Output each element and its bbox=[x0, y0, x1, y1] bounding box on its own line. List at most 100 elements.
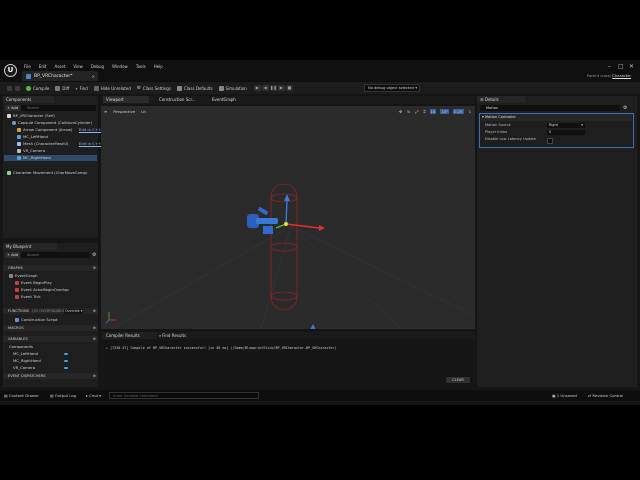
menu-edit[interactable]: Edit bbox=[39, 64, 47, 69]
override-dropdown[interactable]: Override ▾ bbox=[64, 308, 84, 314]
functions-header[interactable]: FUNCTIONS (22 OVERRIDABLE) Override ▾ ⊕ bbox=[3, 308, 98, 314]
tab-viewport[interactable]: Viewport bbox=[103, 96, 149, 103]
menu-asset[interactable]: Asset bbox=[54, 64, 65, 69]
surface-snap-icon[interactable]: ⌗ bbox=[423, 109, 425, 114]
browse-icon[interactable] bbox=[15, 85, 20, 91]
unreal-logo-icon[interactable]: U bbox=[4, 64, 17, 77]
variable-type-pill bbox=[64, 353, 68, 355]
menu-debug[interactable]: Debug bbox=[91, 64, 104, 69]
parent-class-link[interactable]: Character bbox=[612, 73, 631, 78]
scale-snap-value[interactable]: 0.25 bbox=[453, 108, 464, 114]
components-search-input[interactable]: Search bbox=[21, 105, 96, 111]
settings-gear-icon[interactable]: ⚙ bbox=[92, 252, 96, 258]
details-tab[interactable]: ☰ Details bbox=[477, 96, 525, 103]
variable-item[interactable]: MC_RightHand bbox=[13, 358, 41, 364]
tree-item-self[interactable]: BP_VRCharacter (Self) bbox=[7, 113, 55, 119]
output-log-button[interactable]: ▤ Output Log bbox=[50, 393, 76, 398]
motion-source-dropdown[interactable]: Right ▾ bbox=[547, 123, 585, 128]
lit-button[interactable]: Lit bbox=[141, 109, 146, 114]
menu-view[interactable]: View bbox=[73, 64, 83, 69]
tree-item-character-movement[interactable]: Character Movement (CharMoveComp) bbox=[7, 170, 87, 176]
camera-speed-value[interactable]: 1 bbox=[469, 109, 471, 114]
viewport[interactable]: ≡ Perspective Lit ✥ ↻ ⤢ ⌗ 10 10° 0.25 1 bbox=[101, 106, 475, 329]
variable-item[interactable]: VR_Camera bbox=[13, 365, 35, 371]
menu-help[interactable]: Help bbox=[154, 64, 163, 69]
rotation-snap-value[interactable]: 10° bbox=[440, 108, 450, 114]
step-icon[interactable]: ▶ bbox=[277, 85, 285, 91]
menu-file[interactable]: File bbox=[24, 64, 31, 69]
diff-button[interactable]: Diff bbox=[55, 85, 69, 91]
close-tab-icon[interactable]: ✕ bbox=[92, 74, 95, 79]
edit-in-cpp-link[interactable]: Edit in C++ bbox=[79, 141, 101, 147]
step-back-icon[interactable]: ◀ bbox=[261, 85, 269, 91]
perspective-button[interactable]: Perspective bbox=[113, 109, 135, 114]
scale-icon[interactable]: ⤢ bbox=[415, 109, 418, 114]
tab-find-results[interactable]: ⌕Find Results bbox=[156, 332, 189, 339]
clear-button[interactable]: CLEAR bbox=[446, 377, 470, 383]
stop-icon[interactable]: ■ bbox=[285, 85, 293, 91]
add-component-button[interactable]: + Add bbox=[5, 105, 21, 111]
variable-item[interactable]: MC_LeftHand bbox=[13, 351, 38, 357]
event-item[interactable]: Event Tick bbox=[15, 294, 41, 300]
my-blueprint-tab[interactable]: My Blueprint bbox=[3, 243, 57, 250]
class-settings-button[interactable]: ⚙ Class Settings bbox=[137, 86, 171, 91]
viewport-menu-icon[interactable]: ≡ bbox=[104, 109, 107, 114]
menu-tools[interactable]: Tools bbox=[136, 64, 146, 69]
edit-in-cpp-link[interactable]: Edit in C++ bbox=[79, 127, 101, 133]
disable-low-latency-checkbox[interactable] bbox=[547, 138, 553, 144]
section-header[interactable]: ▾ Motion Controller bbox=[482, 114, 632, 121]
unsaved-indicator[interactable]: ▣ 1 Unsaved bbox=[552, 393, 577, 398]
translate-icon[interactable]: ✥ bbox=[399, 109, 402, 114]
pause-icon[interactable]: ❚❚ bbox=[269, 85, 277, 91]
revision-control-label: Revision Control bbox=[592, 393, 624, 398]
console-command-input[interactable]: Enter Console Command bbox=[109, 392, 259, 399]
event-item[interactable]: Event ActorBeginOverlap bbox=[15, 287, 69, 293]
tree-item-arrow[interactable]: Arrow Component (Arrow) bbox=[17, 127, 72, 133]
add-function-icon[interactable]: ⊕ bbox=[93, 308, 96, 314]
macros-header[interactable]: MACROS ⊕ bbox=[3, 325, 98, 331]
tree-item-mesh[interactable]: Mesh (CharacterMesh0) bbox=[17, 141, 68, 147]
event-item[interactable]: Event BeginPlay bbox=[15, 280, 52, 286]
construction-script-item[interactable]: Construction Script bbox=[15, 317, 57, 323]
graphs-header[interactable]: GRAPHS ⊕ bbox=[3, 265, 98, 271]
event-graph-item[interactable]: EventGraph bbox=[9, 273, 38, 279]
tree-item-capsule[interactable]: Capsule Component (CollisionCylinder) bbox=[12, 120, 92, 126]
debug-object-select[interactable]: No debug object selected ▾ bbox=[364, 84, 420, 92]
rotate-icon[interactable]: ↻ bbox=[407, 109, 410, 114]
hide-unrelated-button[interactable]: Hide Unrelated bbox=[93, 85, 131, 91]
find-button[interactable]: ⌕ Find bbox=[75, 86, 87, 91]
menu-window[interactable]: Window bbox=[112, 64, 128, 69]
add-dispatcher-icon[interactable]: ⊕ bbox=[93, 373, 96, 379]
settings-gear-icon[interactable]: ⚙ bbox=[623, 105, 627, 111]
add-macro-icon[interactable]: ⊕ bbox=[93, 325, 96, 331]
components-tab[interactable]: Components bbox=[3, 96, 54, 103]
cmd-dropdown[interactable]: ▸ Cmd ▾ bbox=[86, 393, 101, 398]
save-icon[interactable] bbox=[7, 85, 12, 91]
add-member-button[interactable]: + Add bbox=[5, 252, 21, 258]
revision-control-button[interactable]: ⇄ Revision Control bbox=[588, 393, 623, 398]
tree-item-vr-camera[interactable]: VR_Camera bbox=[17, 148, 45, 154]
tab-event-graph[interactable]: EventGraph bbox=[209, 96, 239, 103]
tab-compiler-results[interactable]: Compiler Results bbox=[103, 332, 157, 339]
simulation-button[interactable]: Simulation bbox=[218, 85, 247, 91]
tree-item-mc-righthand[interactable]: MC_RightHand bbox=[4, 155, 97, 161]
add-graph-icon[interactable]: ⊕ bbox=[93, 265, 96, 271]
minimize-icon[interactable]: – bbox=[608, 63, 611, 70]
add-variable-icon[interactable]: ⊕ bbox=[93, 336, 96, 342]
my-blueprint-search-input[interactable]: Search bbox=[21, 252, 89, 258]
close-window-icon[interactable]: ✕ bbox=[629, 63, 634, 70]
maximize-icon[interactable]: □ bbox=[618, 63, 624, 70]
grid-snap-value[interactable]: 10 bbox=[429, 108, 437, 114]
variables-header[interactable]: VARIABLES ⊕ bbox=[3, 336, 98, 342]
play-icon[interactable]: ▶ bbox=[253, 85, 261, 91]
document-tab[interactable]: BP_VRCharacter* ✕ bbox=[22, 71, 98, 81]
event-dispatchers-header[interactable]: EVENT DISPATCHERS ⊕ bbox=[3, 373, 98, 379]
tab-construction-script[interactable]: Construction Scr... bbox=[156, 96, 199, 103]
player-index-field[interactable]: 0 bbox=[547, 130, 585, 135]
details-search-input[interactable]: Motion bbox=[480, 105, 620, 111]
class-defaults-button[interactable]: Class Defaults bbox=[177, 85, 213, 91]
compile-button[interactable]: Compile bbox=[26, 85, 49, 91]
content-drawer-button[interactable]: ▤ Content Drawer bbox=[4, 393, 39, 398]
components-category[interactable]: Components bbox=[9, 344, 33, 350]
tree-item-mc-lefthand[interactable]: MC_LeftHand bbox=[17, 134, 48, 140]
